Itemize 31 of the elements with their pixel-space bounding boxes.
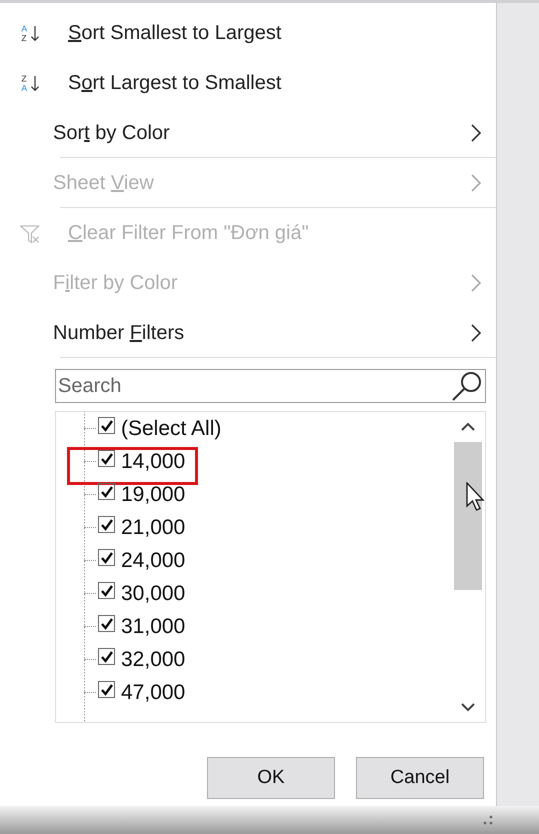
cancel-button[interactable]: Cancel [356, 757, 484, 799]
checkbox[interactable] [98, 582, 115, 599]
checkbox[interactable] [98, 483, 115, 500]
checkbox[interactable] [98, 450, 115, 467]
value-label[interactable]: 30,000 [121, 582, 186, 606]
value-label[interactable]: 14,000 [121, 450, 186, 474]
scroll-up-icon[interactable] [460, 422, 476, 432]
search-field[interactable]: Search [55, 369, 486, 403]
checkbox[interactable] [98, 648, 115, 665]
ok-button[interactable]: OK [207, 757, 335, 799]
value-label[interactable]: 19,000 [121, 482, 186, 506]
value-label[interactable]: 24,000 [121, 548, 186, 572]
menu-item[interactable]: Sort Largest to Smallest [40, 58, 496, 108]
checkbox[interactable] [98, 549, 115, 566]
search-icon [450, 369, 484, 403]
mouse-cursor-icon [466, 482, 485, 512]
checkbox[interactable] [98, 516, 115, 533]
value-label[interactable]: 31,000 [121, 614, 186, 638]
menu-item[interactable]: Number Filters [40, 308, 496, 358]
value-label[interactable]: 21,000 [121, 516, 186, 540]
checkbox[interactable] [98, 681, 115, 698]
scrollbar-thumb[interactable] [454, 442, 482, 590]
value-label[interactable]: (Select All) [121, 416, 222, 440]
checkbox[interactable] [98, 615, 115, 632]
resize-grip-icon[interactable] [482, 814, 494, 826]
menu-item[interactable]: Sort Smallest to Largest [40, 8, 496, 58]
value-label[interactable]: 32,000 [121, 648, 186, 672]
menu-item[interactable]: Sort by Color [40, 108, 496, 158]
scroll-down-icon[interactable] [460, 702, 476, 712]
value-label[interactable]: 47,000 [121, 680, 186, 704]
checkbox[interactable] [98, 417, 115, 434]
